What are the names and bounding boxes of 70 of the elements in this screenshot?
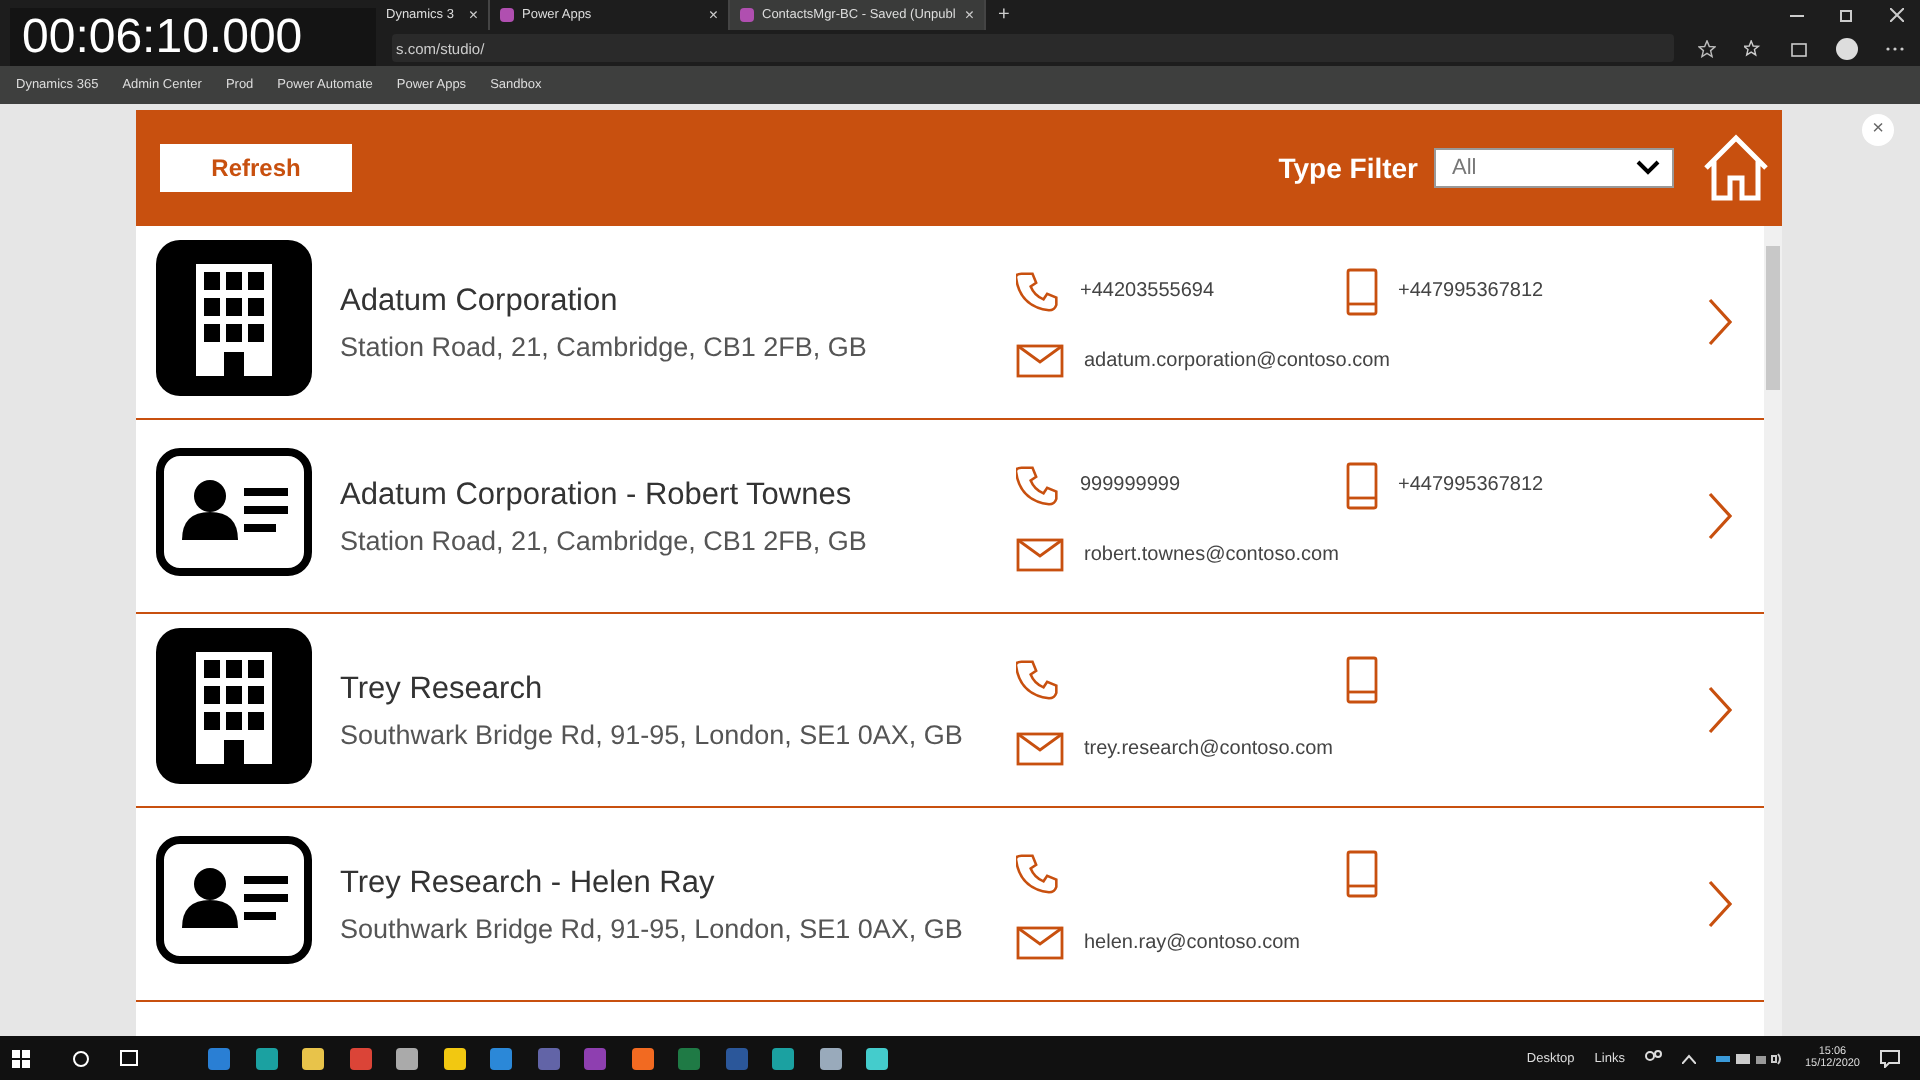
contact-address: Southwark Bridge Rd, 91-95, London, SE1 0AX, GB: [340, 913, 965, 943]
task-view-icon[interactable]: [119, 1050, 138, 1066]
close-button[interactable]: ×: [1862, 114, 1894, 146]
email-icon: [1016, 537, 1064, 571]
close-icon[interactable]: [1890, 8, 1904, 22]
tab-icon: [500, 8, 514, 22]
taskbar-app-icon[interactable]: [866, 1047, 889, 1069]
mobile-number: +447995367812: [1398, 280, 1544, 302]
taskbar-app-icon[interactable]: [631, 1047, 654, 1069]
notification-icon[interactable]: [1880, 1049, 1900, 1067]
mobile-phone-icon: [1346, 655, 1378, 703]
contact-name: Trey Research - Helen Ray: [340, 865, 717, 901]
contact-address: Station Road, 21, Cambridge, CB1 2FB, GB: [340, 525, 869, 555]
email-icon: [1016, 731, 1064, 765]
email-icon: [1016, 925, 1064, 959]
new-tab-button[interactable]: +: [986, 0, 1022, 30]
contact-name: Adatum Corporation - Robert Townes: [340, 477, 854, 513]
email-address: robert.townes@contoso.com: [1084, 543, 1339, 565]
taskbar-app-icon[interactable]: [255, 1047, 278, 1069]
building-icon: [156, 627, 312, 783]
video-timer: 00:06:10.000: [10, 8, 376, 66]
chevron-down-icon: [1636, 160, 1660, 176]
taskbar-app-icon[interactable]: [819, 1047, 842, 1069]
phone-icon: [1016, 851, 1060, 895]
tab-icon: [740, 8, 754, 22]
mobile-phone-icon: [1346, 267, 1378, 315]
search-icon[interactable]: [72, 1049, 91, 1067]
taskbar-app-icon[interactable]: [490, 1047, 513, 1069]
people-icon[interactable]: [1644, 1050, 1663, 1066]
mobile-number: +447995367812: [1398, 474, 1544, 496]
taskbar-app-icon[interactable]: [396, 1047, 419, 1069]
contact-card-icon: [156, 835, 312, 963]
favorites-icon[interactable]: [1744, 39, 1762, 57]
profile-avatar-icon[interactable]: [1836, 37, 1858, 59]
windows-start-icon[interactable]: [12, 1049, 30, 1067]
star-icon[interactable]: [1698, 39, 1716, 57]
type-filter-label: Type Filter: [1278, 152, 1418, 184]
chevron-right-icon[interactable]: [1708, 298, 1732, 346]
contact-name: Adatum Corporation: [340, 283, 620, 319]
more-icon[interactable]: [1886, 45, 1904, 51]
restore-icon[interactable]: [1840, 8, 1854, 22]
contact-address: Southwark Bridge Rd, 91-95, London, SE1 0AX, GB: [340, 719, 965, 749]
chevron-right-icon[interactable]: [1708, 686, 1732, 734]
taskbar-app-icon[interactable]: [772, 1047, 795, 1069]
tray-icons-drawing: [1716, 1051, 1785, 1065]
contact-address: Station Road, 21, Cambridge, CB1 2FB, GB: [340, 331, 869, 361]
email-address: adatum.corporation@contoso.com: [1084, 349, 1391, 371]
chevron-right-icon[interactable]: [1708, 492, 1732, 540]
type-filter-dropdown[interactable]: All: [1434, 148, 1674, 188]
contact-card-icon: [156, 447, 312, 575]
chevron-right-icon[interactable]: [1708, 880, 1732, 928]
mobile-phone-icon: [1346, 849, 1378, 897]
email-address: helen.ray@contoso.com: [1084, 931, 1300, 953]
tray-caret-icon[interactable]: [1682, 1053, 1697, 1063]
refresh-button[interactable]: Refresh: [160, 144, 352, 192]
taskbar-app-icon[interactable]: [443, 1047, 466, 1069]
email-address: trey.research@contoso.com: [1084, 737, 1333, 759]
collections-icon[interactable]: [1790, 39, 1808, 57]
building-icon: [156, 239, 312, 395]
phone-icon: [1016, 269, 1060, 313]
email-icon: [1016, 343, 1064, 377]
contact-name: Trey Research: [340, 671, 545, 707]
scrollbar[interactable]: [1764, 226, 1782, 1036]
phone-number: 999999999: [1080, 474, 1181, 496]
phone-number: +44203555694: [1080, 280, 1215, 302]
phone-icon: [1016, 463, 1060, 507]
phone-icon: [1016, 657, 1060, 701]
taskbar-app-icon[interactable]: [302, 1047, 325, 1069]
mobile-phone-icon: [1346, 461, 1378, 509]
home-icon[interactable]: [1702, 134, 1770, 202]
